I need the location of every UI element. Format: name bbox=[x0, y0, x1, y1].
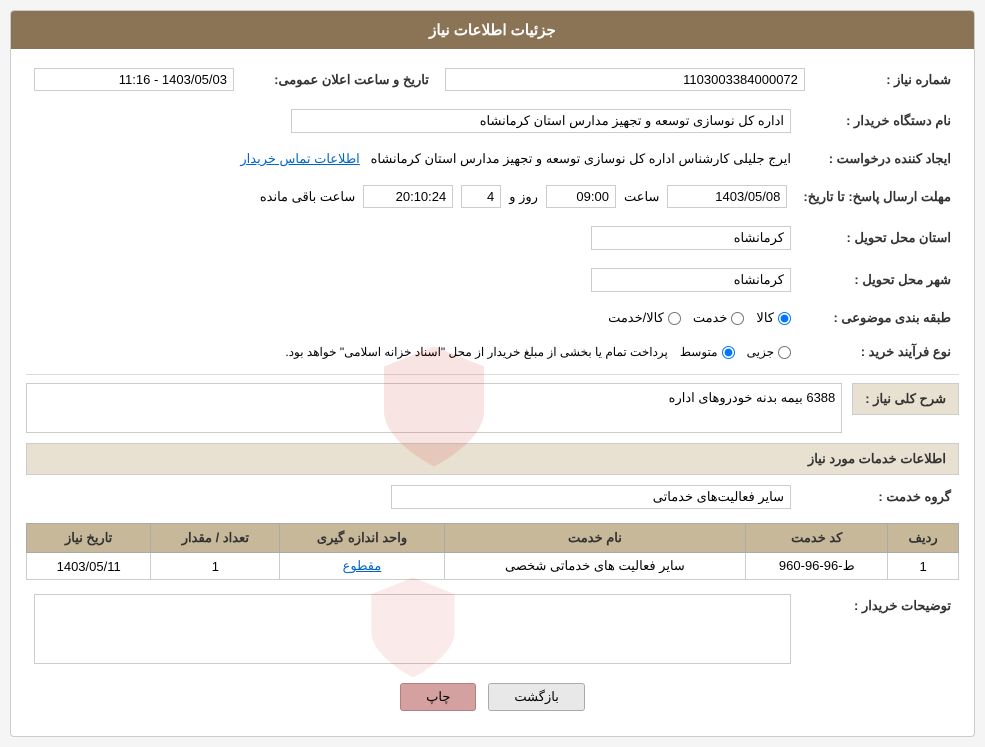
process-option-motavaset[interactable]: متوسط bbox=[680, 345, 735, 359]
cell-code: ط-96-96-960 bbox=[746, 553, 888, 580]
page-title: جزئیات اطلاعات نیاز bbox=[11, 11, 974, 49]
province-label: استان محل تحویل : bbox=[799, 222, 959, 254]
category-label: طبقه بندی موضوعی : bbox=[799, 306, 959, 330]
cell-name: سایر فعالیت های خدماتی شخصی bbox=[444, 553, 746, 580]
cell-qty: 1 bbox=[151, 553, 280, 580]
deadline-label: مهلت ارسال پاسخ: تا تاریخ: bbox=[795, 181, 959, 212]
deadline-remaining-label: ساعت باقی مانده bbox=[260, 189, 355, 205]
buyer-org-value: اداره کل نوسازی توسعه و تجهیز مدارس استا… bbox=[291, 109, 791, 133]
col-header-unit: واحد اندازه گیری bbox=[280, 524, 444, 553]
back-button[interactable]: بازگشت bbox=[488, 683, 584, 711]
service-group-label: گروه خدمت : bbox=[799, 481, 959, 513]
process-option-jozi[interactable]: جزیی bbox=[747, 345, 791, 359]
col-header-date: تاریخ نیاز bbox=[27, 524, 151, 553]
buyer-desc-label: توضیحات خریدار : bbox=[799, 590, 959, 668]
general-desc-value: 6388 بیمه بدنه خودروهای اداره bbox=[26, 383, 842, 433]
deadline-time: 09:00 bbox=[546, 185, 616, 208]
need-number-label: شماره نیاز : bbox=[813, 64, 959, 95]
process-label: نوع فرآیند خرید : bbox=[799, 340, 959, 364]
requester-value: ایرج جلیلی کارشناس اداره کل نوسازی توسعه… bbox=[371, 151, 791, 166]
announcement-date-value: 1403/05/03 - 11:16 bbox=[34, 68, 234, 91]
cell-unit: مقطوع bbox=[280, 553, 444, 580]
category-kala-khedmat-label: کالا/خدمت bbox=[608, 310, 664, 326]
process-jozi-label: جزیی bbox=[747, 345, 774, 359]
deadline-days: 4 bbox=[461, 185, 501, 208]
province-value: کرمانشاه bbox=[591, 226, 791, 250]
city-value: کرمانشاه bbox=[591, 268, 791, 292]
process-motavaset-label: متوسط bbox=[680, 345, 718, 359]
bottom-buttons: بازگشت چاپ bbox=[26, 683, 959, 721]
col-header-qty: تعداد / مقدار bbox=[151, 524, 280, 553]
deadline-date: 1403/05/08 bbox=[667, 185, 787, 208]
col-header-code: کد خدمت bbox=[746, 524, 888, 553]
services-table: ردیف کد خدمت نام خدمت واحد اندازه گیری ت… bbox=[26, 523, 959, 580]
contact-link[interactable]: اطلاعات تماس خریدار bbox=[240, 151, 359, 166]
cell-date: 1403/05/11 bbox=[27, 553, 151, 580]
print-button[interactable]: چاپ bbox=[400, 683, 476, 711]
services-section-label: اطلاعات خدمات مورد نیاز bbox=[26, 443, 959, 475]
deadline-days-label: روز و bbox=[509, 189, 538, 205]
general-desc-label: شرح کلی نیاز : bbox=[852, 383, 959, 415]
col-header-row: ردیف bbox=[888, 524, 959, 553]
category-option-khedmat[interactable]: خدمت bbox=[693, 310, 745, 326]
category-khedmat-label: خدمت bbox=[693, 310, 728, 326]
table-row: 1 ط-96-96-960 سایر فعالیت های خدماتی شخص… bbox=[27, 553, 959, 580]
deadline-time-label: ساعت bbox=[624, 189, 659, 205]
need-number-value: 1103003384000072 bbox=[445, 68, 805, 91]
requester-label: ایجاد کننده درخواست : bbox=[799, 147, 959, 171]
city-label: شهر محل تحویل : bbox=[799, 264, 959, 296]
category-kala-label: کالا bbox=[756, 310, 774, 326]
service-group-value: سایر فعالیت‌های خدماتی bbox=[391, 485, 791, 509]
col-header-name: نام خدمت bbox=[444, 524, 746, 553]
cell-row: 1 bbox=[888, 553, 959, 580]
announcement-date-label: تاریخ و ساعت اعلان عمومی: bbox=[242, 64, 437, 95]
category-option-kala[interactable]: کالا bbox=[756, 310, 791, 326]
process-desc: پرداخت تمام یا بخشی از مبلغ خریدار از مح… bbox=[285, 345, 668, 359]
buyer-org-label: نام دستگاه خریدار : bbox=[799, 105, 959, 137]
deadline-remaining: 20:10:24 bbox=[363, 185, 453, 208]
category-option-kala-khedmat[interactable]: کالا/خدمت bbox=[608, 310, 681, 326]
buyer-desc-value bbox=[34, 594, 791, 664]
